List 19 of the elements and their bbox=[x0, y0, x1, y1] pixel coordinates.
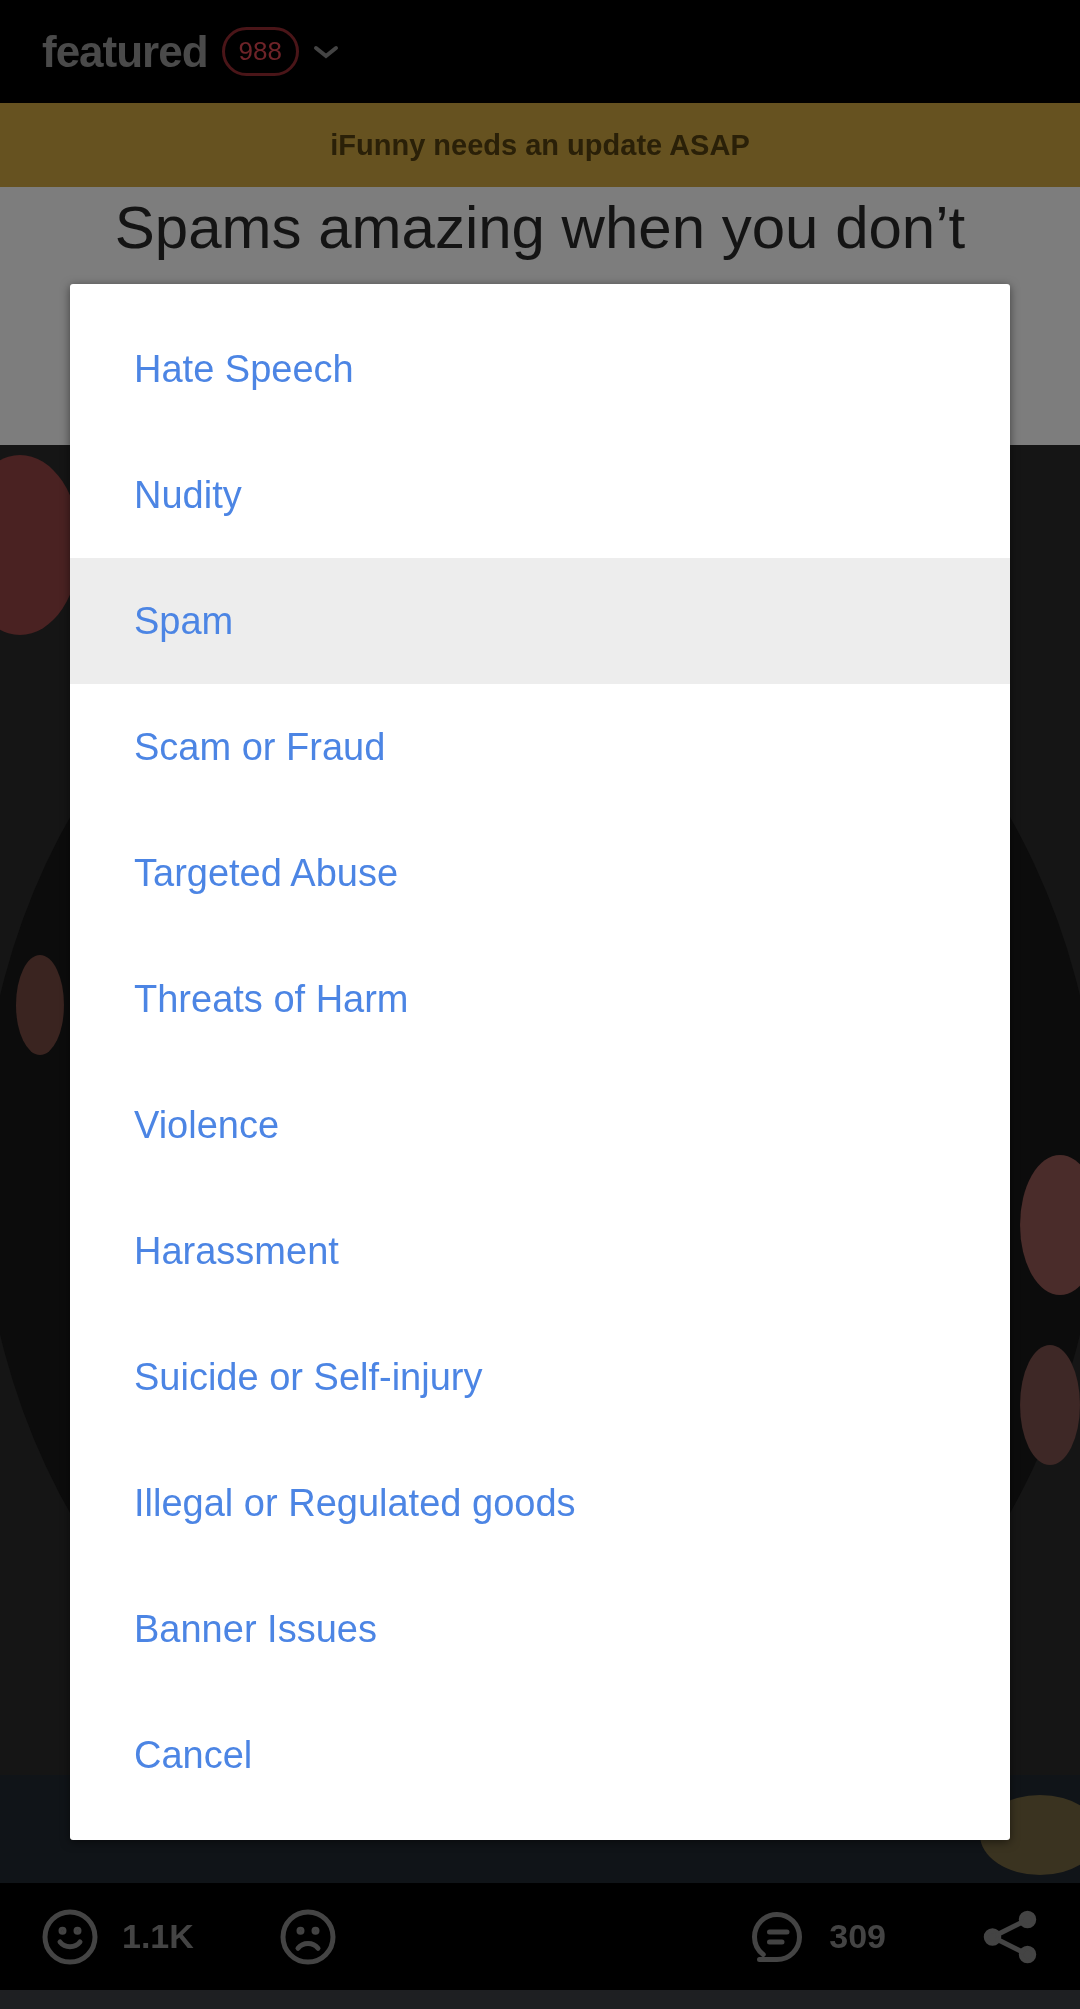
meme-caption: Spams amazing when you don’t bbox=[114, 193, 966, 262]
smile-count: 1.1K bbox=[122, 1917, 194, 1956]
chevron-down-icon[interactable] bbox=[313, 43, 339, 60]
post-count: 988 bbox=[221, 27, 299, 76]
report-option[interactable]: Targeted Abuse bbox=[70, 810, 1010, 936]
report-option[interactable]: Illegal or Regulated goods bbox=[70, 1440, 1010, 1566]
report-option[interactable]: Suicide or Self-injury bbox=[70, 1314, 1010, 1440]
comment-count: 309 bbox=[829, 1917, 886, 1956]
feed-title[interactable]: featured bbox=[42, 26, 208, 77]
banner-text: iFunny needs an update ASAP bbox=[330, 128, 750, 162]
report-option[interactable]: Scam or Fraud bbox=[70, 684, 1010, 810]
report-option[interactable]: Hate Speech bbox=[70, 306, 1010, 432]
report-option[interactable]: Spam bbox=[70, 558, 1010, 684]
report-option[interactable]: Threats of Harm bbox=[70, 936, 1010, 1062]
report-option[interactable]: Harassment bbox=[70, 1188, 1010, 1314]
report-option[interactable]: Cancel bbox=[70, 1692, 1010, 1818]
report-option[interactable]: Banner Issues bbox=[70, 1566, 1010, 1692]
report-option[interactable]: Violence bbox=[70, 1062, 1010, 1188]
report-option[interactable]: Nudity bbox=[70, 432, 1010, 558]
